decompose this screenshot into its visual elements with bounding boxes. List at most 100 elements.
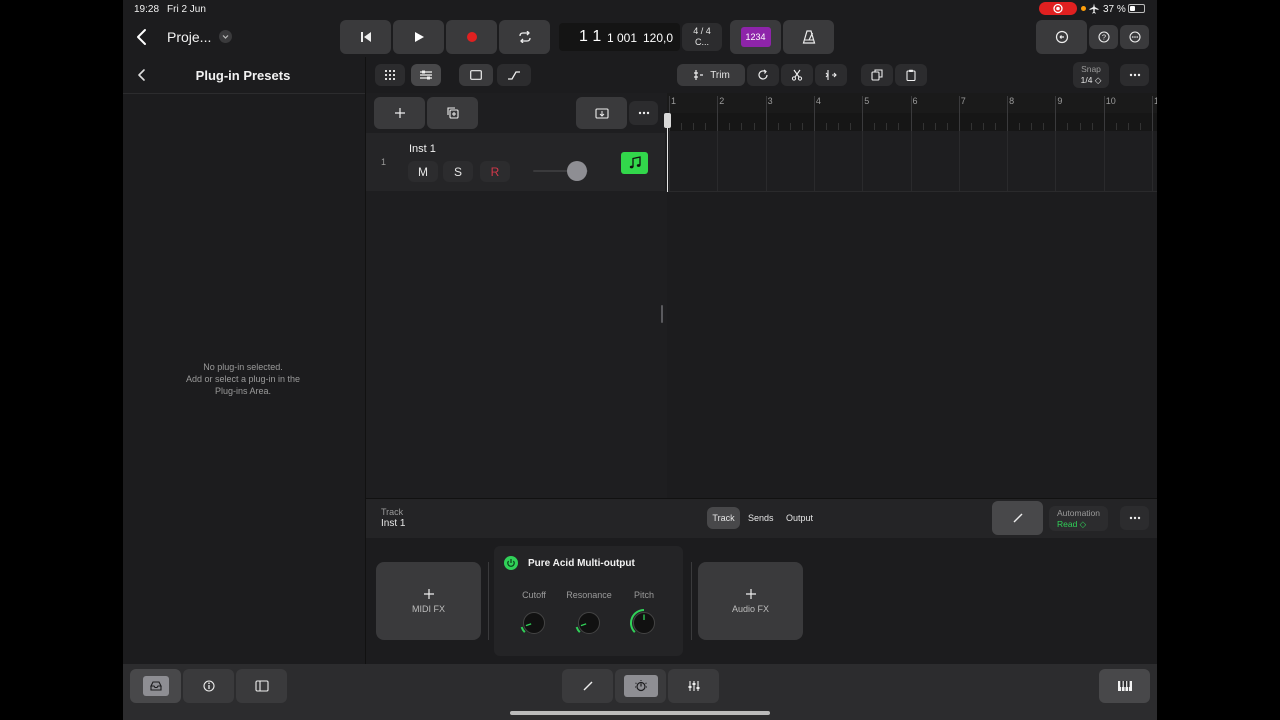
lane-bar-line (765, 131, 767, 192)
automation-value: Read ◇ (1057, 518, 1087, 529)
join-tool-button[interactable] (815, 64, 847, 86)
trim-icon (694, 70, 704, 80)
ruler-bar-tick (765, 96, 767, 131)
instrument-name[interactable]: Pure Acid Multi-output (528, 558, 635, 569)
metronome-button[interactable] (783, 20, 834, 54)
ruler-beat-tick (777, 123, 779, 130)
ruler-beat-tick (898, 123, 900, 130)
ruler-beat-tick (874, 123, 876, 130)
slot-divider (691, 562, 692, 640)
lcd-tempo: 120,0 (643, 31, 674, 45)
mixer-button[interactable] (668, 669, 719, 703)
info-icon (202, 680, 215, 692)
lcd-ticks: 1 001 (607, 31, 638, 45)
folder-icon (594, 108, 609, 119)
time-signature-key-button[interactable]: 4 / 4 C... (682, 23, 722, 51)
browser-grid-button[interactable] (375, 64, 405, 86)
split-resize-handle[interactable] (661, 305, 663, 323)
ellipsis-icon (638, 111, 649, 115)
ruler-bar-label: 5 (864, 96, 870, 106)
keyboard-button[interactable] (1099, 669, 1150, 703)
knob[interactable] (517, 606, 551, 640)
tab-sends[interactable]: Sends (748, 513, 774, 523)
editors-button[interactable] (562, 669, 613, 703)
tab-track[interactable]: Track (707, 507, 740, 529)
count-in-button[interactable]: 1234 (730, 20, 781, 54)
tracks-view-button[interactable] (411, 64, 441, 86)
automation-view-button[interactable] (497, 64, 531, 86)
cycle-button[interactable] (499, 20, 550, 54)
music-note-icon (629, 156, 641, 169)
add-audio-fx-slot[interactable]: Audio FX (698, 562, 803, 640)
ruler-bar-label: 1 (1154, 96, 1157, 106)
pencil-icon (1013, 513, 1022, 523)
knob[interactable] (627, 606, 661, 640)
automation-mode-button[interactable]: Automation Read ◇ (1049, 506, 1108, 531)
snap-button[interactable]: Snap 1/4 ◇ (1073, 62, 1109, 88)
ruler-bar-tick (1055, 96, 1057, 131)
copy-button[interactable] (861, 64, 893, 86)
ruler-beat-tick (1043, 123, 1045, 130)
tab-output[interactable]: Output (786, 513, 813, 523)
playhead-handle[interactable] (664, 113, 671, 128)
ruler-beat-tick (970, 123, 972, 130)
add-midi-fx-slot[interactable]: MIDI FX (376, 562, 481, 640)
loop-tool-button[interactable] (747, 64, 779, 86)
plugin-knob-icon (634, 680, 647, 692)
record-enable-button[interactable]: R (480, 161, 510, 182)
global-tracks-button[interactable] (576, 97, 627, 129)
duplicate-track-button[interactable] (427, 97, 478, 129)
sidebar-icon (254, 680, 269, 692)
ruler-bar-tick (717, 96, 719, 131)
sidebar-button[interactable] (236, 669, 287, 703)
plugins-button[interactable] (615, 669, 666, 703)
go-to-start-button[interactable] (340, 20, 391, 54)
solo-button[interactable]: S (443, 161, 473, 182)
knob[interactable] (572, 606, 606, 640)
power-icon (507, 559, 515, 567)
undo-icon (1055, 30, 1068, 44)
play-button[interactable] (393, 20, 444, 54)
editor-view-button[interactable] (459, 64, 493, 86)
lcd-position: 1 1 (579, 28, 602, 45)
ruler-beat-tick (825, 123, 827, 130)
more-menu-button[interactable] (1120, 25, 1149, 49)
inspector-track-name: Inst 1 (381, 518, 406, 529)
lane-bar-line (910, 131, 912, 192)
inspector-button[interactable] (183, 669, 234, 703)
ruler-bar-tick (1103, 96, 1105, 131)
volume-slider-thumb[interactable] (567, 161, 587, 181)
automation-curve-icon (508, 71, 520, 80)
project-menu-chevron-icon[interactable] (219, 30, 232, 43)
help-button[interactable]: ? (1089, 25, 1118, 49)
trim-tool-button[interactable]: Trim (677, 64, 745, 86)
inspector-more-button[interactable] (1120, 506, 1149, 530)
instrument-icon[interactable] (621, 152, 648, 174)
automation-draw-button[interactable] (992, 501, 1043, 535)
browser-button[interactable] (130, 669, 181, 703)
record-button[interactable] (446, 20, 497, 54)
back-chevron-icon[interactable] (135, 28, 149, 46)
plugin-power-button[interactable] (504, 556, 518, 570)
ruler-bar-label: 2 (719, 96, 725, 106)
add-track-button[interactable] (374, 97, 425, 129)
undo-history-button[interactable] (1036, 20, 1087, 54)
split-tool-button[interactable] (781, 64, 813, 86)
empty-message-line2: Add or select a plug-in in the (185, 374, 301, 384)
lane-bar-line (1007, 131, 1009, 192)
paste-button[interactable] (895, 64, 927, 86)
empty-message-line3: Plug-ins Area. (214, 386, 272, 396)
ruler-beat-tick (705, 123, 707, 130)
track-header-more-button[interactable] (629, 101, 658, 125)
copy-icon (871, 69, 883, 81)
track-name[interactable]: Inst 1 (409, 143, 436, 155)
toolbar-more-button[interactable] (1120, 64, 1149, 86)
status-time: 19:28 (134, 4, 160, 15)
ruler-beat-tick (753, 123, 755, 130)
ruler-beat-tick (729, 123, 731, 130)
mute-button[interactable]: M (408, 161, 438, 182)
pencil-icon (583, 681, 592, 691)
skip-back-icon (360, 32, 371, 42)
midi-fx-label: MIDI FX (412, 604, 445, 614)
project-name[interactable]: Proje... (167, 29, 211, 45)
